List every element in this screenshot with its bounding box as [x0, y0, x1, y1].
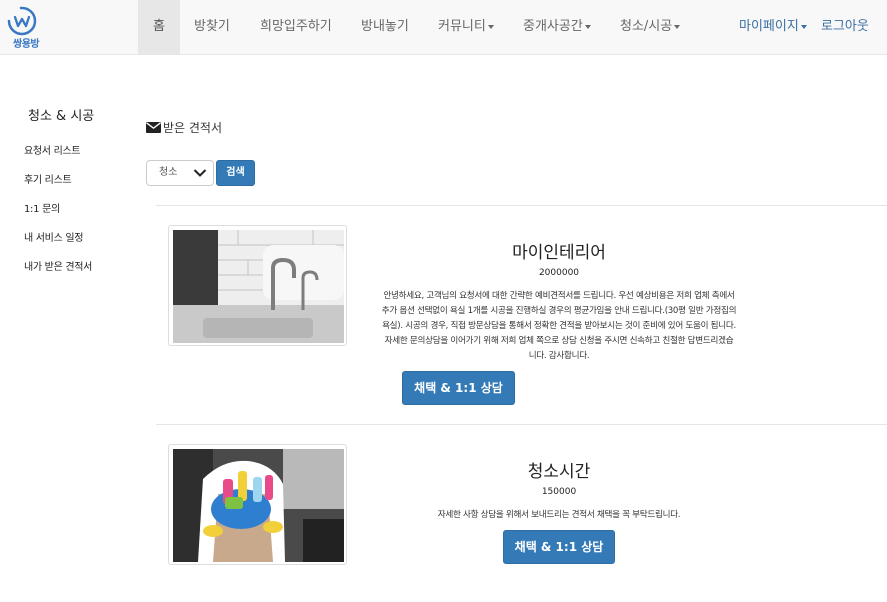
quote-thumbnail: [168, 225, 347, 346]
quote-thumbnail: [168, 444, 347, 565]
list-divider: [156, 205, 887, 206]
sidebar-item-inquiry[interactable]: 1:1 문의: [24, 200, 60, 215]
quote-description-line: 자세한 문의상담을 이어가기 위해 저희 업체 쪽으로 상담 신청을 주시면 신…: [384, 336, 734, 346]
nav-wish-move[interactable]: 희망입주하기: [260, 0, 332, 55]
sidebar-item-schedule[interactable]: 내 서비스 일정: [24, 229, 83, 244]
chevron-down-icon: [193, 169, 207, 177]
search-button[interactable]: 검색: [216, 160, 255, 186]
sidebar-title: 청소 & 시공: [28, 109, 95, 124]
caret-down-icon: [584, 24, 591, 29]
page-title: 받은 견적서: [146, 119, 222, 136]
category-select-value: 청소: [159, 167, 178, 178]
house-logo-icon: [7, 6, 37, 36]
caret-down-icon: [674, 24, 681, 29]
brand-name: 쌍용방: [13, 39, 40, 50]
quote-price: 150000: [541, 487, 577, 497]
nav-community-dropdown[interactable]: 커뮤니티: [438, 0, 494, 55]
sidebar-item-request-list[interactable]: 요청서 리스트: [24, 142, 81, 157]
nav-home[interactable]: 홈: [138, 0, 180, 55]
nav-agency-label: 중개사공간: [523, 19, 583, 34]
sidebar-item-review-list[interactable]: 후기 리스트: [24, 171, 72, 186]
envelope-icon: [146, 122, 161, 133]
sink-faucet-photo: [173, 230, 344, 343]
quote-company-name: 마이인테리어: [512, 243, 606, 263]
page-title-text: 받은 견적서: [163, 121, 223, 135]
quote-description: 자세한 사항 상담을 위해서 보내드리는 견적서 채택을 꼭 부탁드립니다.: [356, 508, 762, 523]
quote-description-line: 안녕하세요, 고객님의 요청서에 대한 간략한 예비견적서를 드립니다. 우선 …: [383, 291, 735, 301]
brand-logo[interactable]: 쌍용방: [5, 4, 65, 50]
quote-description-line: 자세한 사항 상담을 위해서 보내드리는 견적서 채택을 꼭 부탁드립니다.: [437, 510, 681, 520]
quote-description: 안녕하세요, 고객님의 요청서에 대한 간략한 예비견적서를 드립니다. 우선 …: [356, 289, 762, 364]
nav-list-room[interactable]: 방내놓기: [361, 0, 409, 55]
cleaning-supplies-photo: [173, 449, 344, 562]
quote-description-line: 욕실). 시공의 경우, 직접 방문상담을 통해서 정확한 견적을 받아보시는 …: [382, 321, 736, 331]
nav-cleaning-label: 청소/시공: [620, 19, 673, 34]
nav-logout[interactable]: 로그아웃: [821, 0, 869, 55]
nav-find-room[interactable]: 방찾기: [194, 0, 230, 55]
nav-agency-dropdown[interactable]: 중개사공간: [523, 0, 591, 55]
quote-price: 2000000: [538, 268, 580, 278]
caret-down-icon: [800, 24, 807, 29]
quote-company-name: 청소시간: [527, 462, 591, 482]
category-select[interactable]: 청소: [146, 160, 214, 186]
nav-mypage-dropdown[interactable]: 마이페이지: [739, 0, 807, 55]
quote-description-line: 추가 옵션 선택없이 욕실 1개를 시공을 진행하실 경우의 평균가임을 안내 …: [381, 306, 737, 316]
adopt-and-chat-button[interactable]: 채택 & 1:1 상담: [503, 530, 615, 564]
list-divider: [156, 424, 887, 425]
nav-community-label: 커뮤니티: [438, 19, 486, 34]
nav-cleaning-dropdown[interactable]: 청소/시공: [620, 0, 681, 55]
nav-mypage-label: 마이페이지: [739, 19, 799, 34]
quote-description-line: 니다. 감사합니다.: [528, 351, 590, 361]
caret-down-icon: [487, 24, 494, 29]
adopt-and-chat-button[interactable]: 채택 & 1:1 상담: [402, 371, 515, 405]
sidebar-item-received-quotes[interactable]: 내가 받은 견적서: [24, 258, 92, 273]
top-navbar: 쌍용방 홈 방찾기 희망입주하기 방내놓기 커뮤니티 중개사공간 청소/시공 마…: [0, 0, 887, 55]
